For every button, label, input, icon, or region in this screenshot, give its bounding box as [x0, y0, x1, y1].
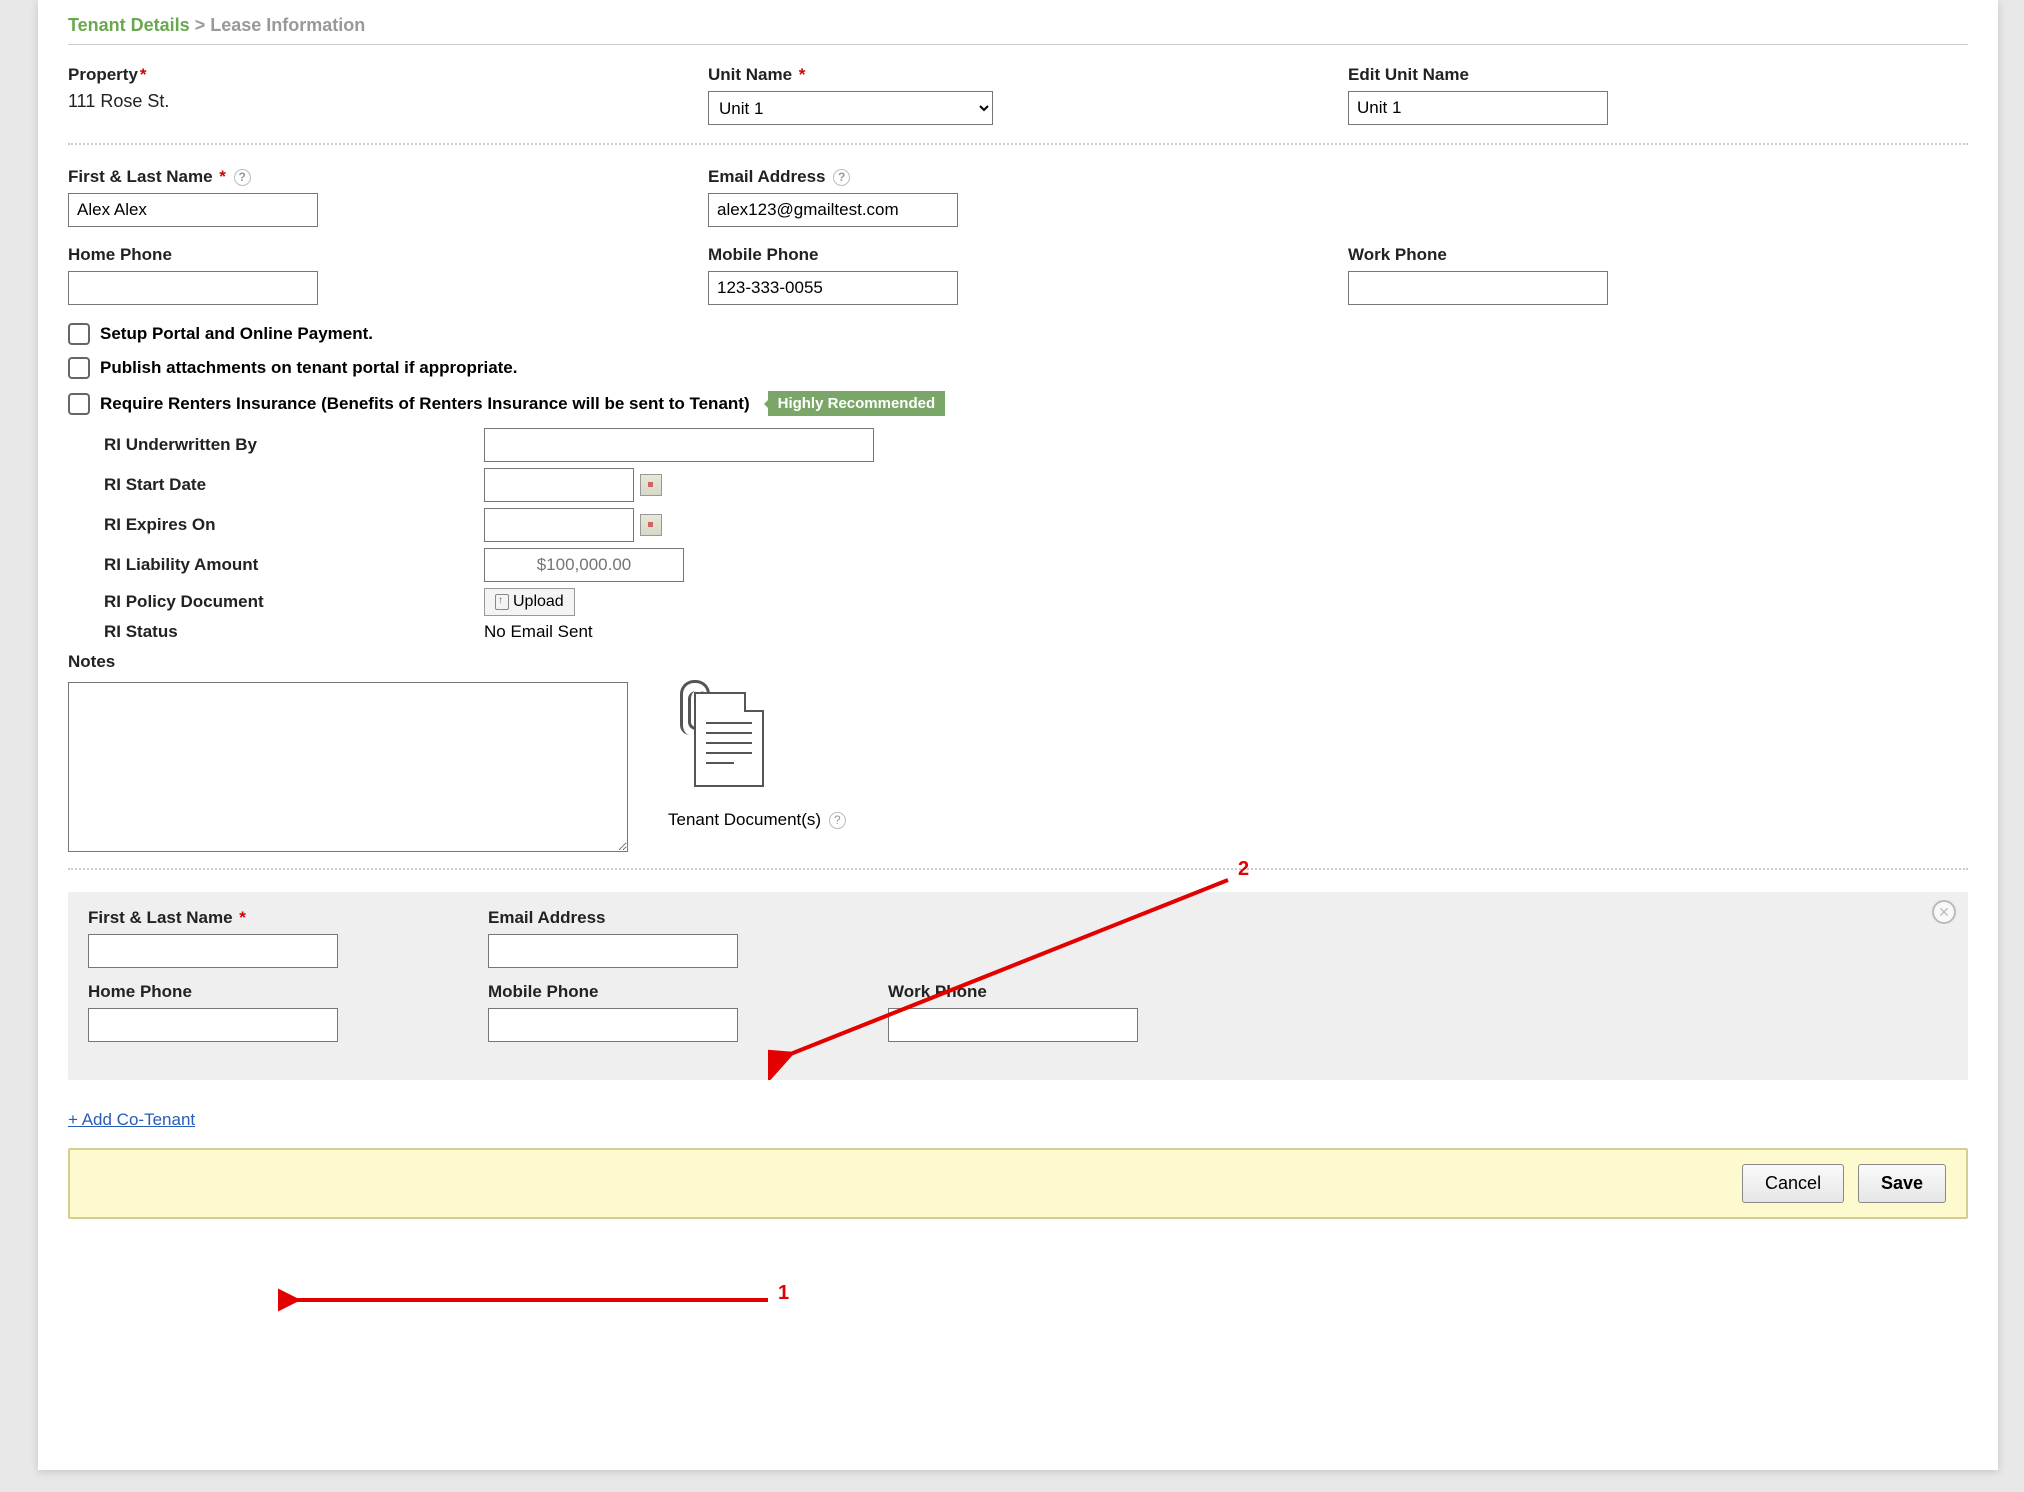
email-input[interactable]	[708, 193, 958, 227]
calendar-icon[interactable]	[640, 514, 662, 536]
publish-attachments-label: Publish attachments on tenant portal if …	[100, 358, 518, 378]
setup-portal-label: Setup Portal and Online Payment.	[100, 324, 373, 344]
breadcrumb-inactive[interactable]: Lease Information	[210, 15, 365, 35]
edit-unit-label: Edit Unit Name	[1348, 65, 1748, 85]
tenant-documents-label: Tenant Document(s) ?	[668, 810, 846, 830]
ri-expires-label: RI Expires On	[104, 515, 484, 535]
publish-attachments-checkbox[interactable]	[68, 357, 90, 379]
property-label: Property*	[68, 65, 668, 85]
ri-status-value: No Email Sent	[484, 622, 593, 642]
ri-start-label: RI Start Date	[104, 475, 484, 495]
co-home-label: Home Phone	[88, 982, 338, 1002]
property-value: 111 Rose St.	[68, 91, 668, 112]
highly-recommended-badge: Highly Recommended	[768, 391, 946, 416]
document-icon[interactable]	[668, 682, 768, 802]
work-phone-input[interactable]	[1348, 271, 1608, 305]
breadcrumb: Tenant Details > Lease Information	[68, 15, 1968, 45]
help-icon[interactable]: ?	[833, 169, 850, 186]
ri-status-label: RI Status	[104, 622, 484, 642]
setup-portal-checkbox[interactable]	[68, 323, 90, 345]
notes-label: Notes	[68, 652, 1968, 672]
mobile-phone-label: Mobile Phone	[708, 245, 1308, 265]
footer-bar: Cancel Save	[68, 1148, 1968, 1219]
cotenant-section: ✕ First & Last Name * Email Address Home…	[68, 892, 1968, 1080]
ri-start-input[interactable]	[484, 468, 634, 502]
edit-unit-input[interactable]	[1348, 91, 1608, 125]
home-phone-input[interactable]	[68, 271, 318, 305]
divider	[68, 868, 1968, 870]
co-name-input[interactable]	[88, 934, 338, 968]
add-cotenant-link[interactable]: + Add Co-Tenant	[68, 1110, 195, 1130]
unit-name-label: Unit Name *	[708, 65, 1308, 85]
annotation-1: 1	[778, 1282, 789, 1305]
cancel-button[interactable]: Cancel	[1742, 1164, 1844, 1203]
mobile-phone-input[interactable]	[708, 271, 958, 305]
require-insurance-checkbox[interactable]	[68, 393, 90, 415]
help-icon[interactable]: ?	[829, 812, 846, 829]
save-button[interactable]: Save	[1858, 1164, 1946, 1203]
upload-button[interactable]: Upload	[484, 588, 575, 616]
co-name-label: First & Last Name *	[88, 908, 338, 928]
co-home-input[interactable]	[88, 1008, 338, 1042]
calendar-icon[interactable]	[640, 474, 662, 496]
co-mobile-label: Mobile Phone	[488, 982, 738, 1002]
ri-liability-label: RI Liability Amount	[104, 555, 484, 575]
ri-policy-label: RI Policy Document	[104, 592, 484, 612]
ri-underwritten-input[interactable]	[484, 428, 874, 462]
co-email-input[interactable]	[488, 934, 738, 968]
require-insurance-label: Require Renters Insurance (Benefits of R…	[100, 394, 750, 414]
breadcrumb-active[interactable]: Tenant Details	[68, 15, 190, 35]
home-phone-label: Home Phone	[68, 245, 668, 265]
annotation-arrow-1	[278, 1280, 798, 1320]
ri-underwritten-label: RI Underwritten By	[104, 435, 484, 455]
email-label: Email Address ?	[708, 167, 1308, 187]
breadcrumb-sep: >	[195, 15, 206, 35]
annotation-2: 2	[1238, 858, 1249, 881]
name-label: First & Last Name * ?	[68, 167, 668, 187]
name-input[interactable]	[68, 193, 318, 227]
co-mobile-input[interactable]	[488, 1008, 738, 1042]
notes-textarea[interactable]	[68, 682, 628, 852]
work-phone-label: Work Phone	[1348, 245, 1748, 265]
upload-icon	[495, 594, 509, 610]
help-icon[interactable]: ?	[234, 169, 251, 186]
co-work-input[interactable]	[888, 1008, 1138, 1042]
co-email-label: Email Address	[488, 908, 738, 928]
close-icon[interactable]: ✕	[1932, 900, 1956, 924]
unit-name-select[interactable]: Unit 1	[708, 91, 993, 125]
co-work-label: Work Phone	[888, 982, 1138, 1002]
divider	[68, 143, 1968, 145]
ri-expires-input[interactable]	[484, 508, 634, 542]
ri-liability-input[interactable]	[484, 548, 684, 582]
